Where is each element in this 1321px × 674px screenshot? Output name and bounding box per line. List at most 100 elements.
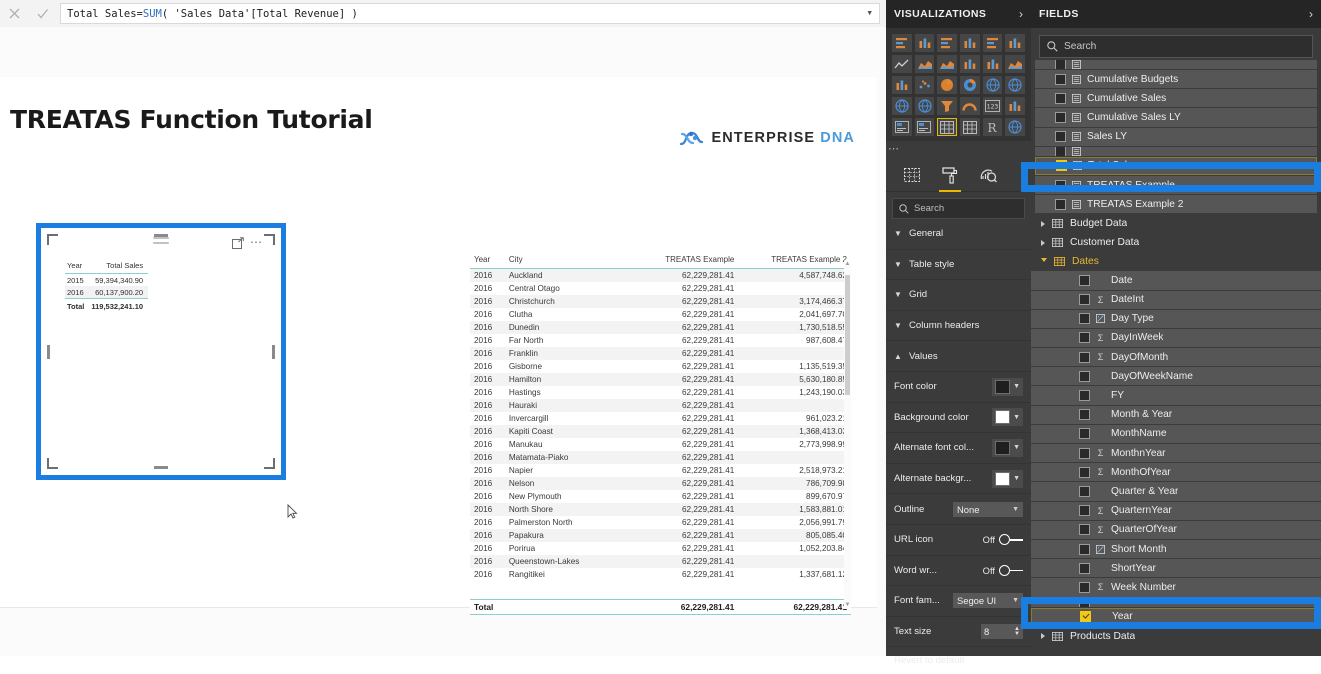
field-checkbox[interactable] (1079, 597, 1090, 607)
field-checkbox[interactable] (1079, 428, 1090, 440)
table-row[interactable]: 2016 Palmerston North 62,229,281.41 2,056,9… (470, 516, 851, 529)
fields-item-monthname[interactable]: MonthName (1031, 424, 1321, 443)
scatter-chart-icon[interactable] (914, 76, 935, 94)
caret-down-icon[interactable]: ▼ (1014, 631, 1020, 637)
format-section-values[interactable]: ▲ Values (886, 341, 1031, 372)
fields-item-fy[interactable]: FY (1031, 386, 1321, 405)
field-checkbox[interactable] (1080, 611, 1091, 623)
donut-chart-icon[interactable] (960, 76, 980, 94)
table-row[interactable]: 2016 Kapiti Coast 62,229,281.41 1,368,413.0… (470, 425, 851, 438)
analytics-tab[interactable] (978, 165, 998, 185)
line-chart-icon[interactable] (892, 55, 912, 73)
more-options-icon[interactable]: ⋯ (250, 235, 263, 249)
field-checkbox[interactable] (1079, 274, 1090, 286)
field-checkbox[interactable] (1079, 466, 1090, 478)
field-checkbox[interactable] (1079, 485, 1090, 497)
resize-handle-bottom[interactable] (154, 466, 168, 469)
col-header-year[interactable]: Year (470, 255, 505, 269)
fields-table-dates[interactable]: Dates (1031, 252, 1321, 271)
field-checkbox[interactable] (1079, 390, 1090, 402)
table-visual[interactable]: ⋯ Year Total Sales 2015 59,394,340.90 201… (47, 234, 298, 519)
field-checkbox[interactable] (1079, 562, 1090, 574)
field-checkbox[interactable] (1055, 198, 1066, 210)
caret-up-icon[interactable]: ▲ (844, 261, 851, 268)
table-row[interactable]: 2016 Rangitikei 62,229,281.41 1,337,681.12 (470, 568, 851, 581)
field-checkbox[interactable] (1079, 447, 1090, 459)
table-icon[interactable] (937, 118, 957, 136)
fields-item-dayofweekname[interactable]: DayOfWeekName (1031, 367, 1321, 386)
gauge-icon[interactable] (960, 97, 980, 115)
r-script-visual-icon[interactable]: R (982, 118, 1003, 136)
field-checkbox[interactable] (1056, 160, 1067, 172)
fields-item-day-type[interactable]: f Day Type (1031, 309, 1321, 328)
fields-item-partial[interactable] (1031, 597, 1321, 607)
100-stacked-column-chart-icon[interactable] (1005, 34, 1026, 52)
resize-handle-bl[interactable] (47, 458, 58, 469)
mini-col-year[interactable]: Year (65, 260, 90, 274)
table-row[interactable]: 2016 Porirua 62,229,281.41 1,052,203.84 (470, 542, 851, 555)
field-checkbox[interactable] (1079, 313, 1090, 325)
fields-table-budget-data[interactable]: Budget Data (1031, 214, 1321, 233)
color-picker[interactable]: ▼ (992, 438, 1023, 457)
table-row[interactable]: 2016 Matamata-Piako 62,229,281.41 (470, 451, 851, 464)
chevron-right-icon[interactable]: › (1309, 7, 1313, 21)
clustered-bar-chart-icon[interactable] (937, 34, 958, 52)
fields-item-cumulative-sales-ly[interactable]: Cumulative Sales LY (1035, 108, 1317, 127)
color-picker[interactable]: ▼ (992, 377, 1023, 396)
format-tab[interactable] (939, 165, 961, 192)
fields-table-products-data[interactable]: Products Data (1031, 627, 1321, 646)
table-row[interactable]: 2016 Hauraki 62,229,281.41 (470, 399, 851, 412)
table-row[interactable]: 2016 Manukau 62,229,281.41 2,773,998.99 (470, 438, 851, 451)
fields-tab[interactable] (902, 165, 922, 185)
kpi-icon[interactable] (892, 118, 912, 136)
table-row[interactable]: 2016 Queenstown-Lakes 62,229,281.41 (470, 555, 851, 568)
field-checkbox[interactable] (1079, 581, 1090, 593)
stacked-column-chart-icon[interactable] (914, 34, 935, 52)
table-row[interactable]: 2016 Papakura 62,229,281.41 805,085.40 (470, 529, 851, 542)
fields-item-partial[interactable] (1035, 60, 1317, 69)
matrix-icon[interactable] (960, 118, 980, 136)
fields-item-dayinweek[interactable]: Σ DayInWeek (1031, 328, 1321, 348)
url-icon-toggle[interactable]: Off (983, 534, 1023, 546)
caret-down-icon[interactable]: ▼ (844, 602, 851, 609)
field-checkbox[interactable] (1055, 179, 1066, 191)
card-icon[interactable]: 123 (982, 97, 1003, 115)
col-header-city[interactable]: City (504, 255, 626, 269)
chevron-down-icon[interactable]: ▾ (866, 6, 873, 20)
check-icon[interactable] (28, 0, 56, 27)
clustered-column-chart-icon[interactable] (960, 34, 980, 52)
stepper-arrows[interactable]: ▲ ▼ (1014, 626, 1020, 637)
formula-input[interactable]: Total Sales = SUM( 'Sales Data'[Total Re… (60, 3, 880, 24)
pie-chart-icon[interactable] (937, 76, 958, 94)
format-section-column-headers[interactable]: ▼ Column headers (886, 311, 1031, 342)
fields-item-treatas-example[interactable]: TREATAS Example (1035, 175, 1317, 195)
stacked-area-chart-icon[interactable] (937, 55, 958, 73)
fields-item-treatas-example-2[interactable]: TREATAS Example 2 (1035, 195, 1317, 214)
field-checkbox[interactable] (1079, 294, 1090, 306)
fields-item-monthofyear[interactable]: Σ MonthOfYear (1031, 463, 1321, 482)
treemap-icon[interactable] (982, 76, 1003, 94)
field-checkbox[interactable] (1079, 370, 1090, 382)
color-picker[interactable]: ▼ (992, 469, 1023, 488)
funnel-icon[interactable] (937, 97, 958, 115)
font-family-dropdown[interactable]: Segoe UI ▼ (953, 593, 1023, 609)
table-row[interactable]: 2016 Franklin 62,229,281.41 (470, 347, 851, 360)
field-checkbox[interactable] (1079, 524, 1090, 536)
resize-handle-br[interactable] (264, 458, 275, 469)
fields-item-cumulative-sales[interactable]: Cumulative Sales (1035, 89, 1317, 108)
fields-item-sales-ly[interactable]: Sales LY (1035, 127, 1317, 146)
table-row[interactable]: 2016 Napier 62,229,281.41 2,518,973.21 (470, 464, 851, 477)
field-checkbox[interactable] (1055, 111, 1066, 123)
field-checkbox[interactable] (1079, 505, 1090, 517)
stacked-bar-chart-icon[interactable] (892, 34, 912, 52)
col-header-treatas-example[interactable]: TREATAS Example (625, 255, 739, 269)
slicer-icon[interactable] (914, 118, 935, 136)
word-wrap-toggle[interactable]: Off (983, 564, 1023, 576)
field-checkbox[interactable] (1055, 92, 1066, 104)
table-row[interactable]: 2016 Far North 62,229,281.41 987,608.47 (470, 334, 851, 347)
outline-dropdown[interactable]: None ▼ (953, 501, 1023, 517)
fields-item-quarternyear[interactable]: Σ QuarternYear (1031, 501, 1321, 520)
fields-item-shortyear[interactable]: ShortYear (1031, 559, 1321, 578)
fields-item-partial[interactable] (1035, 146, 1317, 156)
table-row[interactable]: 2016 Nelson 62,229,281.41 786,709.98 (470, 477, 851, 490)
